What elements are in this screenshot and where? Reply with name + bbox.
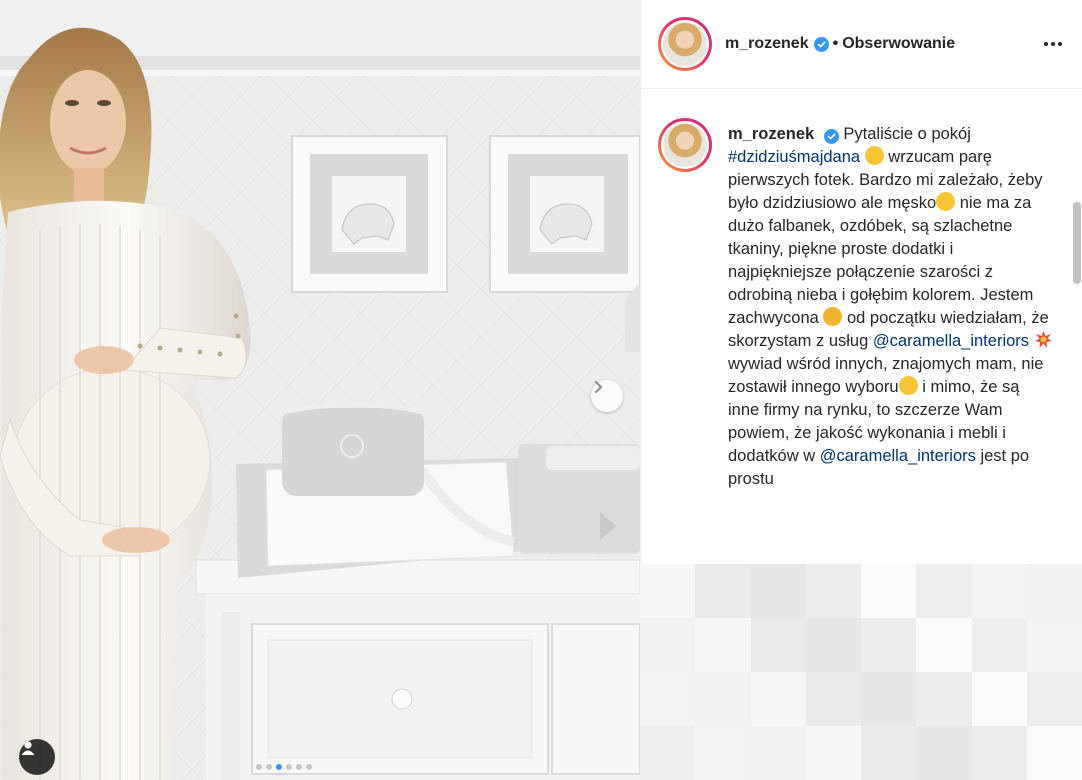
- post-header: m_rozenek • Obserwowanie: [641, 0, 1082, 89]
- caption-text-1: Pytaliście o pokój: [843, 125, 971, 143]
- carousel-dot: [306, 764, 312, 770]
- hashtag-link[interactable]: #dzidziuśmajdana: [728, 148, 860, 166]
- header-username[interactable]: m_rozenek: [725, 35, 809, 53]
- mosaic-tile: [695, 564, 751, 618]
- next-photo-button[interactable]: [591, 380, 623, 412]
- mosaic-tile: [971, 672, 1027, 726]
- mosaic-tile: [640, 564, 696, 618]
- carousel-dot: [296, 764, 302, 770]
- mosaic-tile: [861, 618, 917, 672]
- user-tag-icon: [21, 741, 35, 755]
- carousel-dot: [256, 764, 262, 770]
- mosaic-tile: [750, 618, 806, 672]
- post-caption: m_rozenek Pytaliście o pokój #dzidziuśma…: [728, 123, 1053, 491]
- mosaic-tile: [916, 618, 972, 672]
- mosaic-tile: [861, 564, 917, 618]
- mosaic-tile: [695, 672, 751, 726]
- caption-avatar-image: [663, 123, 707, 167]
- mosaic-tile: [1026, 672, 1082, 726]
- carousel-dot: [276, 764, 282, 770]
- grinning-face-emoji: [936, 192, 956, 211]
- grinning-face-emoji: [864, 146, 884, 165]
- collision-emoji: [1034, 330, 1053, 349]
- carousel-dot: [286, 764, 292, 770]
- heart-eyes-emoji: [823, 307, 843, 326]
- chevron-right-icon: [594, 380, 603, 394]
- verified-badge-icon: [823, 129, 839, 144]
- post-photo[interactable]: [0, 0, 640, 780]
- mosaic-tile: [1026, 564, 1082, 618]
- caption-avatar-border: [661, 121, 709, 169]
- caption-username[interactable]: m_rozenek: [728, 125, 814, 143]
- mosaic-tile: [861, 672, 917, 726]
- more-options-icon[interactable]: [1041, 32, 1065, 56]
- carousel-indicators: [256, 764, 312, 770]
- mosaic-tile: [805, 564, 861, 618]
- mosaic-tile: [640, 672, 696, 726]
- mention-link-2[interactable]: @caramella_interiors: [820, 447, 976, 465]
- mosaic-tile: [640, 726, 696, 780]
- mosaic-tile: [805, 726, 861, 780]
- pixelated-comments: [640, 564, 1082, 780]
- header-separator: •: [832, 35, 839, 52]
- mosaic-tile: [750, 564, 806, 618]
- mosaic-tile: [805, 618, 861, 672]
- mosaic-tile: [971, 618, 1027, 672]
- mention-link-1[interactable]: @caramella_interiors: [873, 332, 1029, 350]
- mosaic-tile: [640, 618, 696, 672]
- mosaic-tile: [695, 618, 751, 672]
- avatar-border: [661, 20, 709, 68]
- carousel-dot: [266, 764, 272, 770]
- mosaic-tile: [971, 726, 1027, 780]
- mosaic-tile: [1026, 726, 1082, 780]
- mosaic-tile: [1026, 618, 1082, 672]
- mosaic-tile: [861, 726, 917, 780]
- tagged-users-button[interactable]: [19, 739, 55, 775]
- mosaic-tile: [750, 672, 806, 726]
- avatar-image: [663, 22, 707, 66]
- verified-badge-icon: [813, 36, 829, 52]
- mosaic-tile: [971, 564, 1027, 618]
- mosaic-tile: [805, 672, 861, 726]
- mosaic-tile: [916, 564, 972, 618]
- nursery-photo: [0, 0, 640, 780]
- caption-scrollbar[interactable]: [1073, 202, 1081, 284]
- profile-avatar[interactable]: [658, 17, 712, 71]
- caption-avatar[interactable]: [658, 118, 712, 172]
- mosaic-tile: [750, 726, 806, 780]
- mosaic-tile: [695, 726, 751, 780]
- mosaic-tile: [916, 672, 972, 726]
- mosaic-tile: [916, 726, 972, 780]
- grinning-face-emoji: [898, 376, 918, 395]
- caption-text-3: nie ma za dużo falbanek, ozdóbek, są szl…: [728, 194, 1034, 327]
- following-button[interactable]: Obserwowanie: [842, 35, 955, 53]
